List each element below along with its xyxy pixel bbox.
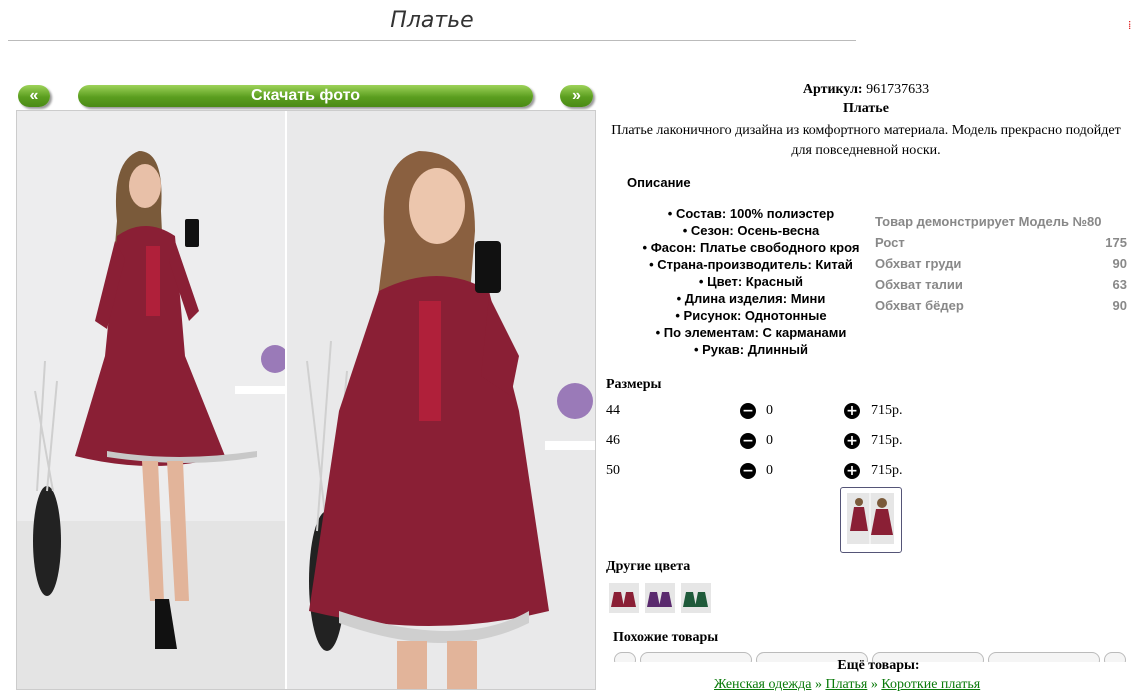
breadcrumb-link[interactable]: Женская одежда: [714, 677, 811, 692]
model-row: Обхват талии 63: [875, 277, 1127, 298]
feature-item: • Состав: 100% полиэстер: [667, 206, 835, 221]
size-row: 46 − 0 + 715р.: [606, 433, 906, 453]
article-value: 961737633: [866, 82, 930, 97]
plus-icon[interactable]: +: [844, 403, 860, 419]
description-heading: Описание: [627, 175, 691, 190]
other-colors-heading: Другие цвета: [606, 559, 691, 574]
photo-thumbnail[interactable]: [840, 487, 902, 553]
quantity-value: 0: [766, 463, 773, 478]
model-title: Товар демонстрирует Модель №80: [875, 214, 1127, 235]
price-value: 715р.: [871, 433, 903, 448]
download-photo-button[interactable]: Скачать фото: [78, 85, 533, 107]
model-row-label: Обхват бёдер: [875, 298, 964, 313]
breadcrumb-separator: »: [811, 677, 826, 692]
feature-item: • Цвет: Красный: [698, 274, 804, 289]
feature-item: • Сезон: Осень-весна: [682, 223, 820, 238]
feature-item: • Страна-производитель: Китай: [649, 257, 853, 272]
feature-item: • Длина изделия: Мини: [676, 291, 826, 306]
next-photo-button[interactable]: »: [560, 85, 593, 107]
model-row: Обхват бёдер 90: [875, 298, 1127, 319]
more-products-heading: Ещё товары:: [837, 658, 920, 673]
price-value: 715р.: [871, 403, 903, 418]
model-row-label: Обхват талии: [875, 277, 963, 292]
model-row: Рост 175: [875, 235, 1127, 256]
model-row: Обхват груди 90: [875, 256, 1127, 277]
model-row-label: Обхват груди: [875, 256, 962, 271]
size-value: 46: [606, 433, 620, 448]
model-params: Товар демонстрирует Модель №80 Рост 175 О…: [875, 214, 1127, 319]
minus-icon[interactable]: −: [740, 433, 756, 449]
quantity-value: 0: [766, 433, 773, 448]
article-line: Артикул: 961737633: [606, 82, 1126, 98]
prev-photo-button[interactable]: «: [18, 85, 50, 107]
model-row-value: 63: [1112, 277, 1127, 292]
plus-icon[interactable]: +: [844, 433, 860, 449]
feature-item: • Рукав: Длинный: [693, 342, 809, 357]
model-title-text: Товар демонстрирует Модель №80: [875, 214, 1102, 229]
feature-item: • Рисунок: Однотонные: [675, 308, 827, 323]
feature-list: • Состав: 100% полиэстер • Сезон: Осень-…: [620, 205, 882, 358]
article-label: Артикул:: [802, 82, 863, 97]
similar-products-heading: Похожие товары: [613, 630, 719, 645]
feature-item: • По элементам: С карманами: [655, 325, 847, 340]
price-value: 715р.: [871, 463, 903, 478]
color-variant-thumbnail[interactable]: [681, 583, 711, 613]
size-value: 50: [606, 463, 620, 478]
size-row: 50 − 0 + 715р.: [606, 463, 906, 483]
plus-icon[interactable]: +: [844, 463, 860, 479]
feature-item: • Фасон: Платье свободного кроя: [642, 240, 860, 255]
edge-mark-icon: ⁞: [1128, 18, 1132, 32]
quantity-value: 0: [766, 403, 773, 418]
sizes-heading: Размеры: [606, 377, 662, 392]
color-variant-thumbnail[interactable]: [609, 583, 639, 613]
model-row-label: Рост: [875, 235, 905, 250]
model-row-value: 90: [1112, 256, 1127, 271]
breadcrumb: Женская одежда » Платья » Короткие плать…: [714, 677, 980, 693]
breadcrumb-link[interactable]: Платья: [825, 677, 867, 692]
breadcrumb-separator: »: [867, 677, 882, 692]
model-row-value: 90: [1112, 298, 1127, 313]
color-variant-thumbnail[interactable]: [645, 583, 675, 613]
product-photo[interactable]: [16, 110, 596, 690]
photo-model-closeup: [287, 111, 595, 689]
photo-model-full: [17, 111, 289, 689]
title-divider: [8, 40, 856, 41]
minus-icon[interactable]: −: [740, 463, 756, 479]
breadcrumb-link[interactable]: Короткие платья: [881, 677, 980, 692]
product-description: Платье лаконичного дизайна из комфортног…: [611, 123, 1121, 158]
page-title: Платье: [390, 8, 474, 33]
size-value: 44: [606, 403, 620, 418]
minus-icon[interactable]: −: [740, 403, 756, 419]
model-row-value: 175: [1105, 235, 1127, 250]
product-name: Платье: [843, 101, 889, 116]
size-row: 44 − 0 + 715р.: [606, 403, 906, 423]
